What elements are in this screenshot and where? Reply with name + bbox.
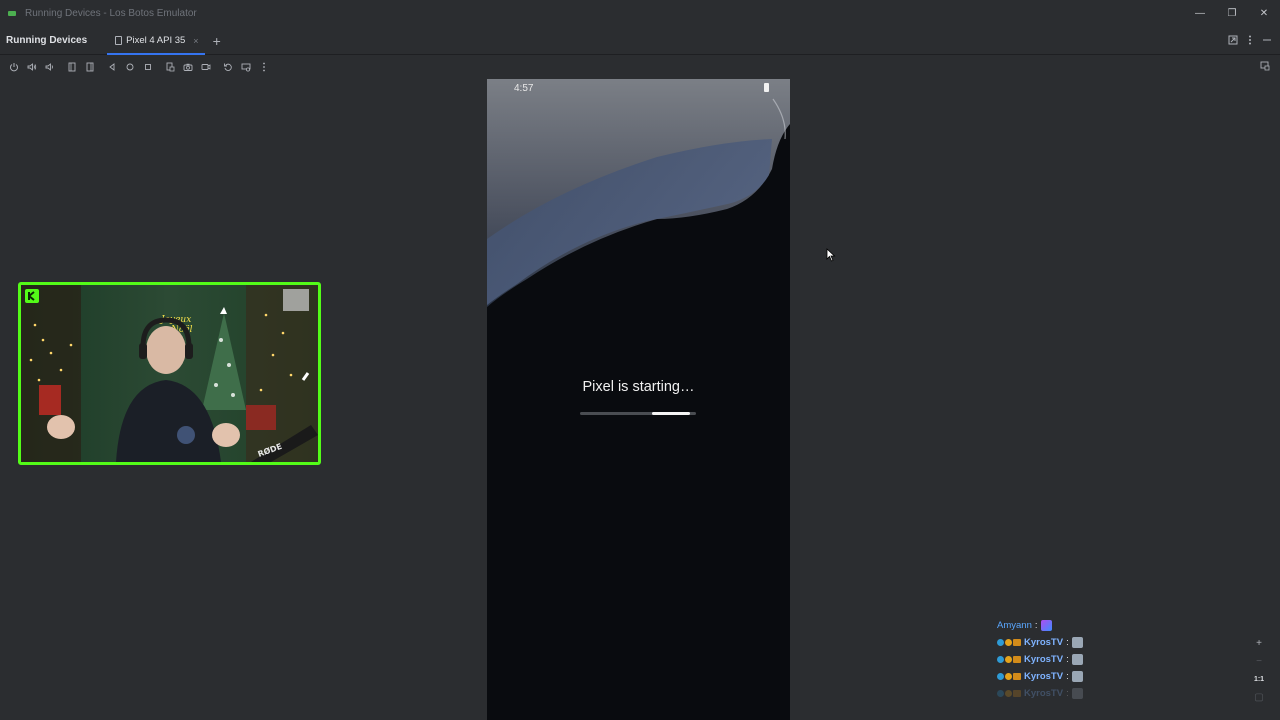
back-icon[interactable] (103, 59, 120, 76)
zoom-in-button[interactable]: + (1250, 634, 1268, 652)
close-window-button[interactable]: ✕ (1248, 0, 1280, 26)
chat-username: KyrosTV (1024, 654, 1064, 665)
chat-separator: : (1066, 671, 1069, 682)
device-mirroring-icon[interactable] (1258, 59, 1272, 73)
more-options-icon[interactable] (1248, 35, 1252, 48)
boot-progress-fill (651, 412, 691, 415)
expand-icon[interactable] (1228, 35, 1238, 48)
webcam-image: Joyeux Noël RØDE (21, 285, 318, 462)
extended-controls-icon[interactable] (237, 59, 254, 76)
screenrecord-icon[interactable] (197, 59, 214, 76)
subscriber-badge-icon (997, 656, 1004, 663)
boot-wallpaper (487, 79, 790, 720)
gift-badge-icon (1005, 673, 1012, 680)
chat-separator: : (1034, 620, 1038, 631)
emote-icon (1071, 637, 1083, 648)
overview-icon[interactable] (139, 59, 156, 76)
tool-window-title: Running Devices (6, 35, 88, 46)
chat-message: KyrosTV : (997, 668, 1137, 685)
subscriber-badge-icon (997, 690, 1004, 697)
chat-username: Amyann (997, 620, 1032, 631)
window-controls: — ❐ ✕ (1184, 0, 1280, 26)
zoom-out-button[interactable]: − (1250, 652, 1268, 670)
rotate-right-icon[interactable] (81, 59, 98, 76)
chat-message: KyrosTV : (997, 651, 1137, 668)
founder-badge-icon (1013, 690, 1021, 697)
chat-message: Amyann : (997, 617, 1137, 634)
rotate-left-icon[interactable] (63, 59, 80, 76)
chat-separator: : (1066, 637, 1069, 648)
boot-message: Pixel is starting… (582, 379, 695, 395)
streamer-webcam-overlay: Joyeux Noël RØDE (18, 282, 321, 465)
battery-icon (764, 83, 769, 92)
stream-chat-overlay: Amyann : KyrosTV : KyrosTV : KyrosTV : K… (997, 617, 1137, 702)
emote-icon (1040, 620, 1052, 631)
founder-badge-icon (1013, 656, 1021, 663)
restore-window-button[interactable]: ❐ (1216, 0, 1248, 26)
chat-separator: : (1066, 654, 1069, 665)
founder-badge-icon (1013, 639, 1021, 646)
minimize-window-button[interactable]: — (1184, 0, 1216, 26)
device-icon (115, 36, 123, 45)
zoom-controls: + − 1:1 ▢ (1250, 634, 1268, 706)
add-device-tab-button[interactable]: + (213, 33, 221, 49)
volume-up-icon[interactable] (23, 59, 40, 76)
android-app-icon (8, 10, 16, 16)
chat-username: KyrosTV (1024, 688, 1064, 699)
hide-panel-icon[interactable] (1262, 35, 1272, 48)
active-tab-indicator (107, 52, 205, 55)
home-icon[interactable] (121, 59, 138, 76)
chat-message: KyrosTV : (997, 634, 1137, 651)
chat-username: KyrosTV (1024, 637, 1064, 648)
mouse-cursor-icon (826, 248, 836, 262)
subscriber-badge-icon (997, 639, 1004, 646)
title-bar: Running Devices - Los Botos Emulator — ❐… (0, 0, 1280, 26)
chat-separator: : (1066, 688, 1069, 699)
gift-badge-icon (1005, 656, 1012, 663)
window-title: Running Devices - Los Botos Emulator (25, 7, 197, 19)
emote-icon (1071, 671, 1083, 682)
gift-badge-icon (1005, 639, 1012, 646)
chat-message: KyrosTV : (997, 685, 1137, 702)
reset-icon[interactable] (219, 59, 236, 76)
zoom-to-fit-button[interactable]: ▢ (1250, 688, 1268, 706)
status-bar: 4:57 (487, 79, 790, 99)
status-time: 4:57 (514, 83, 534, 94)
actual-size-button[interactable]: 1:1 (1250, 670, 1268, 688)
subscriber-badge-icon (997, 673, 1004, 680)
emote-icon (1071, 654, 1083, 665)
tab-label: Pixel 4 API 35 (126, 35, 186, 46)
emulator-toolbar (0, 56, 1280, 78)
more-icon[interactable] (255, 59, 272, 76)
emote-icon (1071, 688, 1083, 699)
screenshot-icon[interactable] (179, 59, 196, 76)
volume-down-icon[interactable] (41, 59, 58, 76)
boot-progress-bar (580, 412, 696, 415)
founder-badge-icon (1013, 673, 1021, 680)
tool-window-header: Running Devices Pixel 4 API 35 × + (0, 27, 1280, 55)
tab-pixel-4-api-35[interactable]: Pixel 4 API 35 × (107, 27, 205, 55)
device-screen[interactable]: 4:57 Pixel is starting… (487, 79, 790, 720)
header-actions (1228, 27, 1272, 55)
close-tab-icon[interactable]: × (193, 36, 198, 46)
chat-username: KyrosTV (1024, 671, 1064, 682)
power-icon[interactable] (5, 59, 22, 76)
gift-badge-icon (1005, 690, 1012, 697)
fold-icon[interactable] (161, 59, 178, 76)
